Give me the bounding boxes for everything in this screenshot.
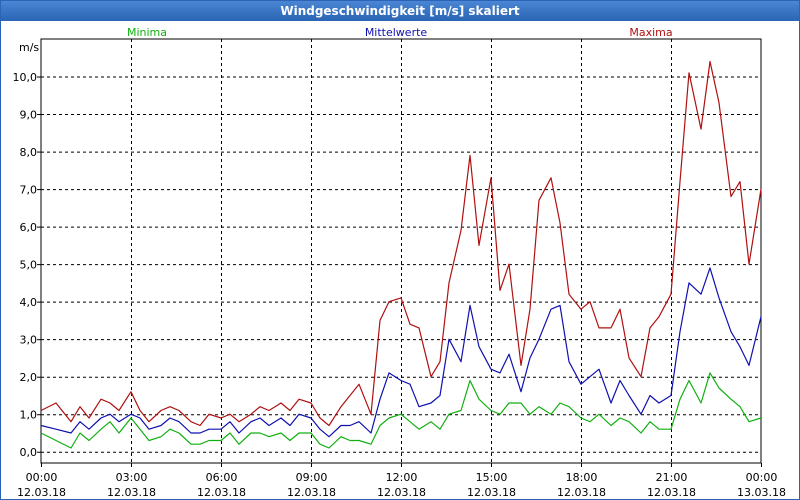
x-tick-label-date: 12.03.18 — [557, 486, 606, 499]
x-tick-label-date: 12.03.18 — [197, 486, 246, 499]
x-tick-label-time: 00:00 — [746, 471, 778, 484]
y-tick-label: 8,0 — [20, 146, 38, 159]
x-tick-label-date: 12.03.18 — [647, 486, 696, 499]
wind-speed-chart: 0,0 1,0 2,0 3,0 4,0 5,0 6,0 7,0 8,0 9,0 10,0 00:00 1… — [13, 26, 786, 499]
y-tick-label: 1,0 — [20, 409, 38, 422]
y-tick-label: 4,0 — [20, 296, 38, 309]
x-tick-label-time: 21:00 — [656, 471, 688, 484]
x-tick-label-time: 06:00 — [206, 471, 238, 484]
y-tick-label: 2,0 — [20, 371, 38, 384]
x-tick-label-date: 12.03.18 — [287, 486, 336, 499]
legend-minima: Minima — [127, 26, 167, 39]
x-tick-label-time: 15:00 — [476, 471, 508, 484]
legend-maxima: Maxima — [629, 26, 672, 39]
x-tick-label-time: 00:00 — [26, 471, 58, 484]
x-tick-label-time: 03:00 — [116, 471, 148, 484]
y-axis-label: m/s — [19, 41, 39, 54]
x-tick-label-date: 12.03.18 — [107, 486, 156, 499]
x-tick-label-date: 12.03.18 — [17, 486, 66, 499]
y-tick-label: 5,0 — [20, 259, 38, 272]
x-tick-label-time: 18:00 — [566, 471, 598, 484]
x-tick-label-date: 13.03.18 — [737, 486, 786, 499]
y-tick-label: 6,0 — [20, 221, 38, 234]
y-tick-label: 3,0 — [20, 334, 38, 347]
y-tick-label: 0,0 — [20, 446, 38, 459]
x-tick-label-time: 12:00 — [386, 471, 418, 484]
window-title: Windgeschwindigkeit [m/s] skaliert — [1, 1, 799, 21]
legend-mittelwerte: Mittelwerte — [365, 26, 428, 39]
y-tick-label: 10,0 — [13, 71, 38, 84]
y-tick-label: 9,0 — [20, 109, 38, 122]
x-tick-label-time: 09:00 — [296, 471, 328, 484]
chart-window: Windgeschwindigkeit [m/s] skaliert 0,0 1,… — [0, 0, 800, 500]
y-tick-label: 7,0 — [20, 184, 38, 197]
x-tick-label-date: 12.03.18 — [377, 486, 426, 499]
x-tick-label-date: 12.03.18 — [467, 486, 516, 499]
